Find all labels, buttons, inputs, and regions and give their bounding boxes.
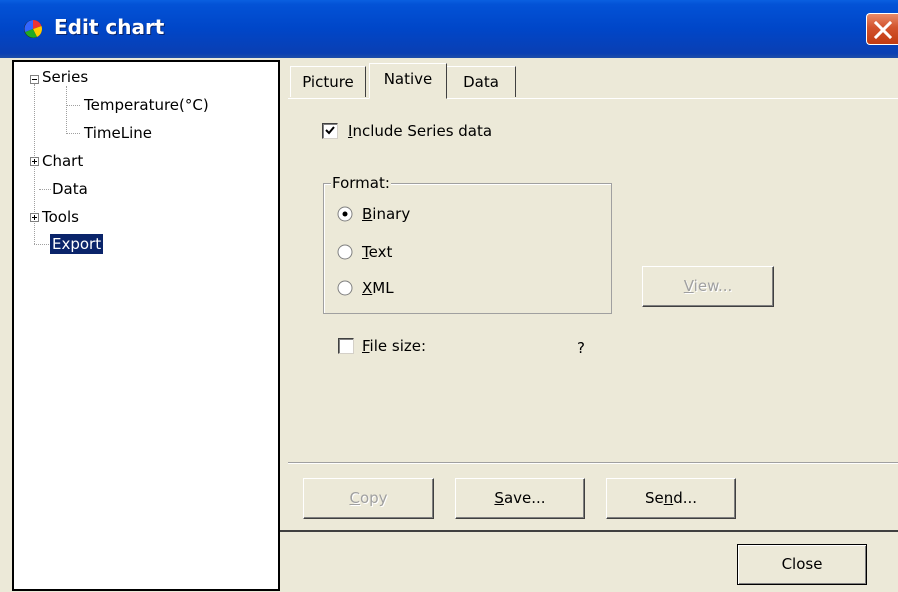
tab-picture[interactable]: Picture	[290, 66, 366, 97]
format-group-title: Format:	[331, 174, 391, 192]
tab-data[interactable]: Data	[446, 66, 516, 97]
include-series-label: Include Series data	[348, 122, 493, 140]
window-title: Edit chart	[54, 15, 165, 39]
title-bar[interactable]: Edit chart	[0, 0, 898, 58]
file-size-label: File size:	[362, 337, 427, 355]
copy-button-label: Copy	[349, 489, 388, 507]
tree-connector	[66, 133, 80, 134]
include-series-checkbox[interactable]	[322, 123, 338, 139]
radio-binary-label: Binary	[362, 205, 411, 223]
send-button-label: Send...	[644, 489, 698, 507]
tree-connector	[66, 86, 67, 134]
footer-separator	[280, 530, 898, 532]
radio-text-label: Text	[362, 243, 393, 261]
file-size-value: ?	[577, 339, 585, 357]
settings-tree[interactable]: Series Temperature(°C) TimeLine Chart Da…	[12, 60, 280, 591]
view-button-label: View...	[683, 277, 733, 295]
expand-icon[interactable]	[30, 213, 39, 222]
copy-button[interactable]: Copy	[303, 478, 434, 519]
radio-xml[interactable]	[337, 280, 353, 296]
radio-binary[interactable]	[337, 206, 353, 222]
radio-xml-label: XML	[362, 279, 394, 297]
close-button[interactable]: Close	[737, 544, 867, 585]
tree-connector	[34, 244, 51, 245]
collapse-icon[interactable]	[30, 75, 39, 84]
action-separator-highlight	[288, 463, 898, 464]
tab-native[interactable]: Native	[369, 63, 447, 99]
close-x-icon	[873, 20, 893, 40]
send-button[interactable]: Send...	[606, 478, 736, 519]
view-button[interactable]: View...	[642, 266, 774, 307]
teechart-icon	[24, 19, 42, 38]
tab-picture-label: Picture	[302, 73, 354, 91]
tree-connector	[39, 189, 51, 190]
close-window-button[interactable]	[866, 13, 898, 45]
file-size-checkbox[interactable]	[338, 338, 354, 354]
save-button-label: Save...	[494, 489, 546, 507]
tree-connector	[66, 105, 80, 106]
close-button-label: Close	[781, 555, 823, 573]
tab-data-label: Data	[463, 73, 499, 91]
checkmark-icon	[325, 126, 335, 135]
expand-icon[interactable]	[30, 157, 39, 166]
tab-native-label: Native	[383, 70, 433, 88]
radio-text[interactable]	[337, 244, 353, 260]
save-button[interactable]: Save...	[455, 478, 585, 519]
